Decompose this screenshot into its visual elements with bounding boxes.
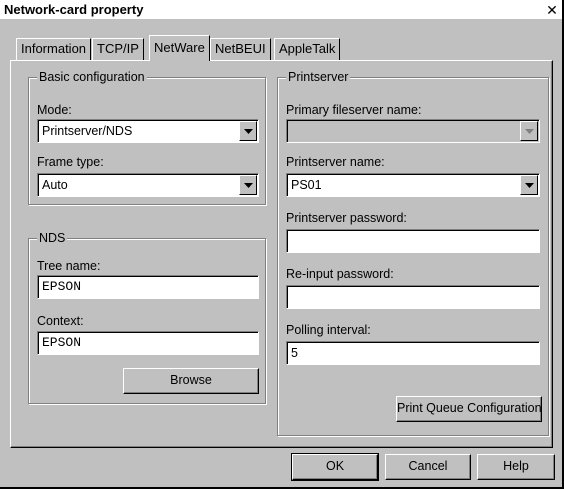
reinput-password-label: Re-input password: bbox=[286, 267, 394, 281]
dropdown-button[interactable] bbox=[520, 121, 538, 141]
frame-type-value: Auto bbox=[42, 178, 68, 192]
tab-appletalk[interactable]: AppleTalk bbox=[274, 38, 341, 60]
frame-type-select[interactable]: Auto bbox=[37, 173, 259, 197]
cancel-button[interactable]: Cancel bbox=[385, 454, 471, 480]
help-button[interactable]: Help bbox=[477, 454, 555, 480]
printserver-name-value: PS01 bbox=[291, 178, 322, 192]
mode-label: Mode: bbox=[37, 103, 72, 117]
printserver-name-select[interactable]: PS01 bbox=[286, 173, 540, 197]
printserver-password-input[interactable] bbox=[286, 229, 540, 253]
basic-configuration-title: Basic configuration bbox=[37, 70, 147, 84]
tab-information[interactable]: Information bbox=[16, 38, 92, 60]
primary-fileserver-label: Primary fileserver name: bbox=[286, 103, 422, 117]
tab-netbeui[interactable]: NetBEUI bbox=[210, 38, 271, 60]
triangle-down-icon bbox=[244, 183, 253, 188]
polling-interval-label: Polling interval: bbox=[286, 323, 371, 337]
printserver-title: Printserver bbox=[286, 70, 351, 84]
polling-interval-input[interactable]: 5 bbox=[286, 341, 540, 365]
tree-name-label: Tree name: bbox=[37, 259, 101, 273]
dropdown-button[interactable] bbox=[239, 175, 257, 195]
tree-name-input[interactable]: EPSON bbox=[37, 275, 259, 299]
primary-fileserver-select[interactable] bbox=[286, 119, 540, 143]
nds-title: NDS bbox=[37, 231, 68, 245]
printserver-name-label: Printserver name: bbox=[286, 155, 385, 169]
print-queue-configuration-button[interactable]: Print Queue Configuration bbox=[396, 396, 542, 422]
dropdown-button[interactable] bbox=[520, 175, 538, 195]
context-input[interactable]: EPSON bbox=[37, 331, 259, 355]
reinput-password-input[interactable] bbox=[286, 285, 540, 309]
mode-select-value: Printserver/NDS bbox=[42, 124, 133, 138]
ok-button[interactable]: OK bbox=[291, 453, 379, 481]
printserver-password-label: Printserver password: bbox=[286, 211, 407, 225]
browse-button[interactable]: Browse bbox=[123, 368, 259, 394]
tab-tcpip[interactable]: TCP/IP bbox=[92, 38, 144, 60]
title-bar: Network-card property ✕ bbox=[0, 0, 562, 20]
frame-type-label: Frame type: bbox=[37, 155, 104, 169]
close-icon[interactable]: ✕ bbox=[544, 2, 560, 18]
dropdown-button[interactable] bbox=[239, 121, 257, 141]
mode-select[interactable]: Printserver/NDS bbox=[37, 119, 259, 143]
tab-netware[interactable]: NetWare bbox=[149, 35, 210, 61]
context-label: Context: bbox=[37, 314, 84, 328]
triangle-down-icon bbox=[525, 183, 534, 188]
network-card-property-dialog: Network-card property ✕ Information TCP/… bbox=[0, 0, 564, 489]
triangle-down-icon bbox=[525, 129, 534, 134]
window-title: Network-card property bbox=[4, 2, 144, 17]
triangle-down-icon bbox=[244, 129, 253, 134]
